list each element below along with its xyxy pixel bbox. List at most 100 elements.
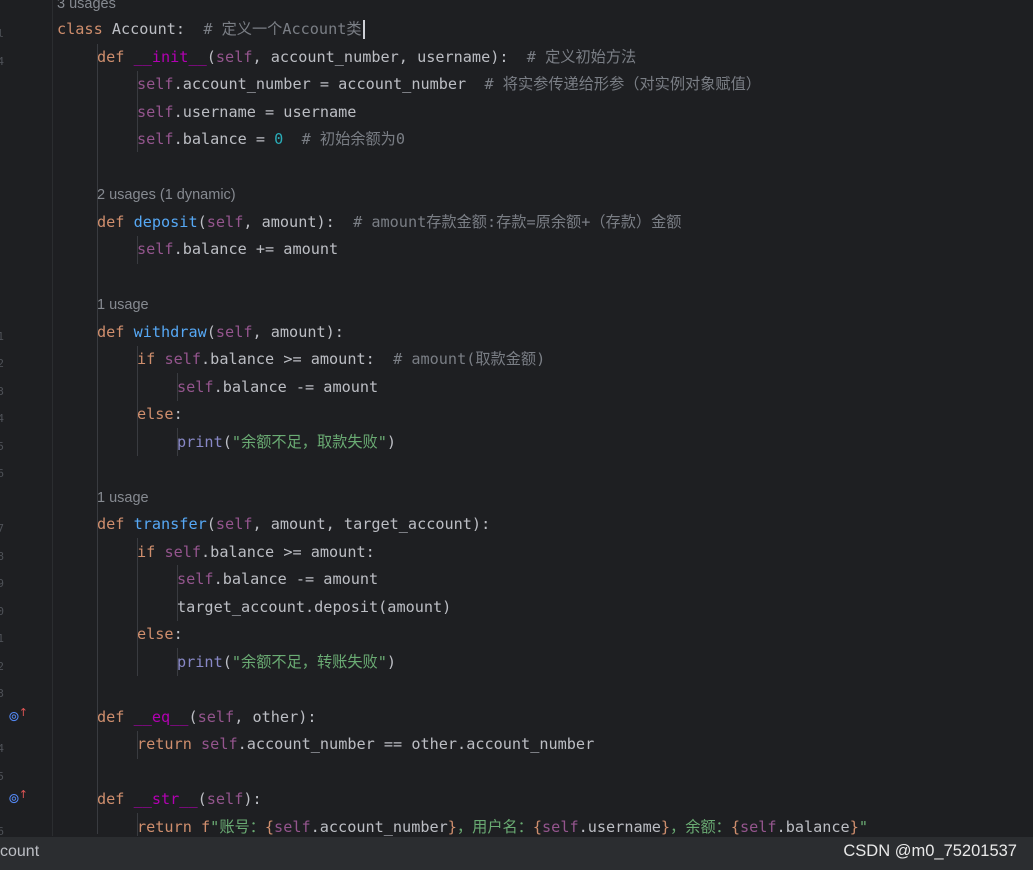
gutter-mark: 5 [0, 770, 4, 783]
self-keyword: self [177, 570, 214, 588]
line-number-gutter[interactable]: l 4 1 2 3 4 5 6 7 8 9 0 1 2 3 4 5 6 ⊚↑ ⊚… [0, 0, 53, 838]
function-name: deposit [133, 213, 198, 231]
code-line[interactable]: self.balance -= amount [177, 566, 378, 592]
code-text: ( [222, 433, 232, 451]
code-text: .account_number == other.account_number [237, 735, 595, 753]
usage-hint[interactable]: 2 usages (1 dynamic) [97, 185, 236, 205]
comment: # 将实参传递给形参（对实例对象赋值） [484, 75, 761, 93]
code-text: ( [206, 323, 216, 341]
self-keyword: self [739, 818, 777, 836]
code-line[interactable]: if self.balance >= amount: [137, 539, 375, 565]
fstring-brace: } [849, 818, 859, 836]
self-keyword: self [164, 543, 202, 561]
code-line[interactable]: print("余额不足，取款失败") [177, 429, 396, 455]
code-line[interactable]: return f"账号：{self.account_number}，用户名：{s… [137, 814, 868, 836]
override-method-icon[interactable]: ⊚↑ [8, 706, 30, 726]
self-keyword: self [206, 213, 244, 231]
code-line[interactable]: def withdraw(self, amount): [97, 319, 344, 345]
code-line[interactable]: target_account.deposit(amount) [177, 594, 451, 620]
self-keyword: self [137, 240, 174, 258]
code-text: , account_number, username): [252, 48, 527, 66]
function-name: __init__ [133, 48, 207, 66]
self-keyword: self [215, 48, 253, 66]
gutter-mark: 4 [0, 742, 4, 755]
code-line[interactable]: self.username = username [137, 99, 356, 125]
code-text: .balance -= amount [213, 570, 379, 588]
code-editor[interactable]: 3 usages 2 usages (1 dynamic) 1 usage 1 … [53, 0, 1033, 836]
code-line[interactable]: self.balance -= amount [177, 374, 378, 400]
gutter-mark: 2 [0, 660, 4, 673]
override-method-icon[interactable]: ⊚↑ [8, 788, 30, 808]
up-arrow-icon: ↑ [18, 706, 28, 719]
breadcrumb[interactable]: count [0, 843, 39, 861]
code-line[interactable]: self.account_number = account_number # 将… [137, 71, 761, 97]
self-keyword: self [137, 130, 174, 148]
usage-hint[interactable]: 3 usages [57, 0, 116, 14]
fstring-brace: { [264, 818, 275, 836]
code-line[interactable]: class Account: # 定义一个Account类 [57, 16, 365, 42]
self-keyword: self [197, 708, 235, 726]
keyword: return [137, 818, 192, 836]
self-keyword: self [215, 323, 253, 341]
fstring-brace: } [447, 818, 457, 836]
code-line[interactable]: self.balance += amount [137, 236, 338, 262]
code-text: , amount): [252, 323, 344, 341]
usage-hint[interactable]: 1 usage [97, 488, 149, 508]
gutter-mark: 7 [0, 522, 4, 535]
gutter-mark: 9 [0, 577, 4, 590]
code-text: ) [386, 433, 397, 451]
code-text: : [173, 405, 183, 423]
self-keyword: self [177, 378, 214, 396]
code-line[interactable]: else: [137, 621, 183, 647]
code-text: , amount): [243, 213, 354, 231]
code-line[interactable]: def __init__(self, account_number, usern… [97, 44, 636, 70]
string-literal: "余额不足，转账失败" [231, 653, 387, 671]
comment: # 初始余额为0 [301, 130, 405, 148]
keyword: def [97, 323, 125, 341]
comment: # amount存款金额:存款=原余额+（存款）金额 [353, 213, 682, 231]
code-text: ( [188, 708, 198, 726]
usage-hint[interactable]: 1 usage [97, 295, 149, 315]
keyword: if [137, 350, 156, 368]
string-literal: "余额不足，取款失败" [231, 433, 387, 451]
code-line[interactable]: def __str__(self): [97, 786, 262, 812]
gutter-mark: l [0, 27, 4, 40]
code-line[interactable]: return self.account_number == other.acco… [137, 731, 594, 757]
self-keyword: self [164, 350, 202, 368]
code-line[interactable]: def __eq__(self, other): [97, 704, 317, 730]
builtin-function: print [177, 433, 223, 451]
keyword: class [57, 20, 103, 38]
string-literal: "账号： [210, 818, 265, 836]
keyword: def [97, 213, 125, 231]
gutter-mark: 1 [0, 330, 4, 343]
gutter-mark: 4 [0, 412, 4, 425]
gutter-mark: 8 [0, 550, 4, 563]
string-literal: ，余额： [670, 818, 731, 836]
code-line[interactable]: self.balance = 0 # 初始余额为0 [137, 126, 405, 152]
fstring-prefix: f [191, 818, 211, 836]
code-text: : [173, 625, 183, 643]
override-icon-glyph: ⊚ [8, 791, 20, 807]
gutter-mark: 0 [0, 605, 4, 618]
code-text: .balance += amount [173, 240, 339, 258]
code-text: ) [386, 653, 397, 671]
self-keyword: self [206, 790, 244, 808]
code-line[interactable]: if self.balance >= amount: # amount(取款金额… [137, 346, 545, 372]
comment: # amount(取款金额) [393, 350, 546, 368]
keyword: def [97, 790, 125, 808]
function-name: __str__ [133, 790, 198, 808]
code-text: ( [197, 790, 207, 808]
fstring-brace: } [660, 818, 671, 836]
code-line[interactable]: def transfer(self, amount, target_accoun… [97, 511, 490, 537]
code-text: target_account.deposit(amount) [177, 598, 452, 616]
code-line[interactable]: print("余额不足，转账失败") [177, 649, 396, 675]
self-keyword: self [215, 515, 253, 533]
gutter-mark: 4 [0, 55, 4, 68]
code-line[interactable]: else: [137, 401, 183, 427]
code-text: .account_number [310, 818, 448, 836]
code-line[interactable]: def deposit(self, amount): # amount存款金额:… [97, 209, 681, 235]
self-keyword: self [137, 75, 174, 93]
gutter-mark: 3 [0, 687, 4, 700]
keyword: else [137, 405, 174, 423]
code-text: .balance >= amount: [201, 543, 375, 561]
